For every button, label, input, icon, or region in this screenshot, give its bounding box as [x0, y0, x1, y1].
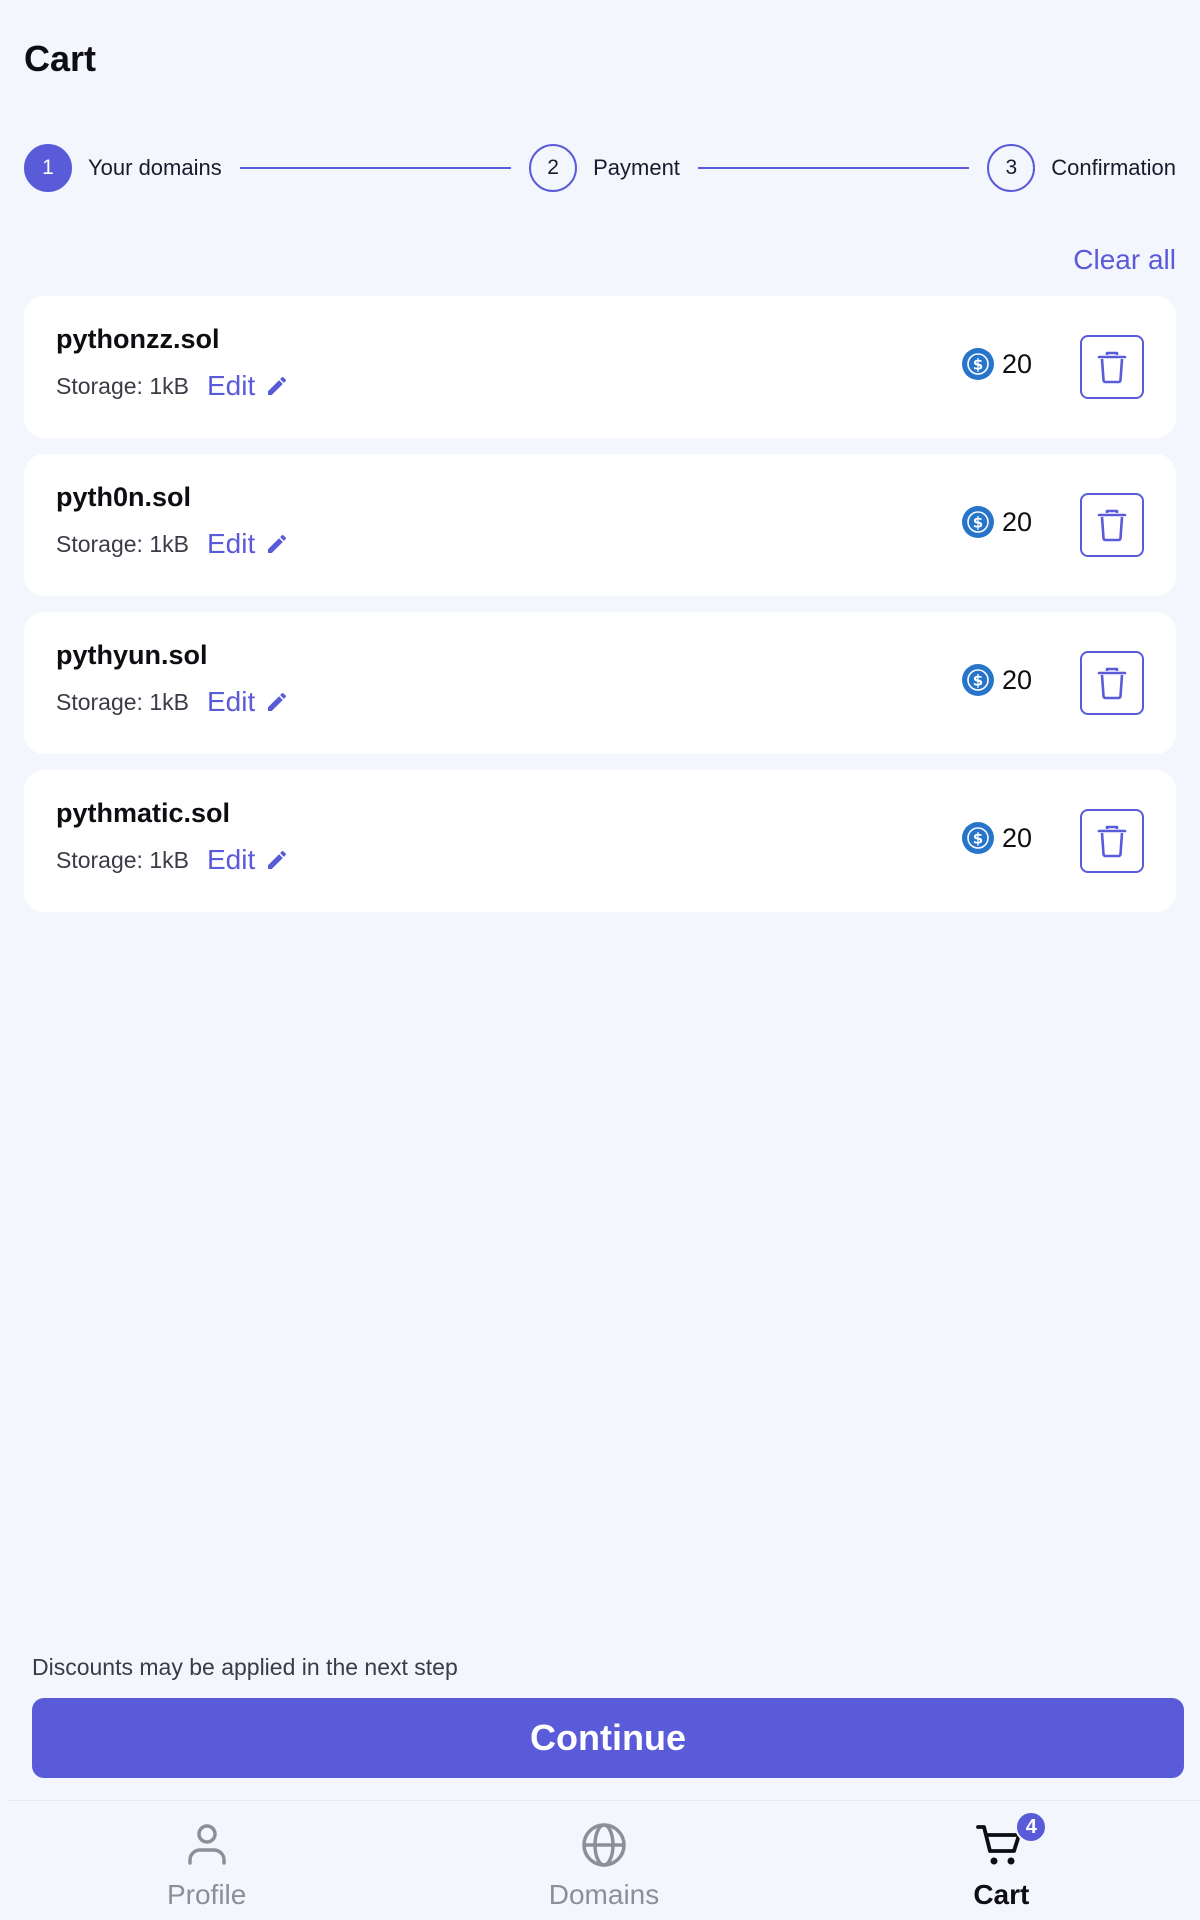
- domain-name: pythyun.sol: [56, 640, 208, 670]
- storage-size: Storage: 1kB: [56, 688, 189, 715]
- step-label: Your domains: [88, 155, 222, 180]
- step-connector: [239, 167, 512, 169]
- domain-name: pythonzz.sol: [56, 324, 220, 354]
- pencil-icon: [268, 692, 287, 711]
- edit-storage-button[interactable]: Edit: [207, 844, 289, 876]
- checkout-stepper: 1 Your domains 2 Payment 3 Confirmation: [24, 144, 1176, 192]
- cart-count-badge: 4: [1015, 1811, 1048, 1843]
- nav-label: Profile: [166, 1879, 247, 1910]
- usdc-icon: $: [961, 348, 994, 380]
- continue-button[interactable]: Continue: [32, 1698, 1184, 1778]
- trash-icon: [1097, 825, 1127, 858]
- delete-item-button[interactable]: [1080, 809, 1144, 873]
- usdc-icon: $: [961, 506, 994, 538]
- step-number: 3: [987, 144, 1036, 192]
- domain-name: pyth0n.sol: [56, 482, 192, 512]
- person-icon: [187, 1824, 226, 1865]
- edit-storage-button[interactable]: Edit: [207, 686, 289, 718]
- nav-item-domains[interactable]: Domains: [405, 1801, 802, 1920]
- usdc-icon: $: [961, 822, 994, 854]
- clear-all-button[interactable]: Clear all: [1073, 244, 1176, 276]
- cart-item: pythonzz.sol Storage: 1kB Edit $ 20: [24, 296, 1176, 438]
- cart-item: pythyun.sol Storage: 1kB Edit $ 20: [24, 612, 1176, 754]
- delete-item-button[interactable]: [1080, 335, 1144, 399]
- price: $ 20: [961, 822, 1032, 854]
- trash-icon: [1097, 509, 1127, 542]
- edit-storage-button[interactable]: Edit: [207, 528, 289, 560]
- item-meta: Storage: 1kB Edit: [56, 686, 289, 718]
- svg-text:$: $: [973, 356, 983, 374]
- edit-label: Edit: [206, 686, 256, 717]
- pencil-icon: [268, 534, 287, 553]
- price-value: 20: [1001, 348, 1032, 379]
- storage-size: Storage: 1kB: [56, 846, 189, 873]
- svg-text:$: $: [973, 672, 983, 690]
- step-connector: [697, 167, 970, 169]
- edit-label: Edit: [206, 370, 256, 401]
- delete-item-button[interactable]: [1080, 493, 1144, 557]
- step-label: Confirmation: [1051, 155, 1177, 180]
- storage-size: Storage: 1kB: [56, 372, 189, 399]
- nav-label: Domains: [548, 1879, 660, 1910]
- step-number: 2: [529, 144, 578, 192]
- edit-storage-button[interactable]: Edit: [207, 370, 289, 402]
- edit-label: Edit: [206, 528, 256, 559]
- bottom-navigation: Profile Domains 4 Cart: [8, 1800, 1200, 1920]
- domain-name: pythmatic.sol: [56, 798, 231, 828]
- page-title: Cart: [24, 38, 97, 79]
- item-meta: Storage: 1kB Edit: [56, 528, 289, 560]
- step-payment[interactable]: 2 Payment: [529, 144, 680, 192]
- nav-item-cart[interactable]: 4 Cart: [803, 1801, 1200, 1920]
- discount-note: Discounts may be applied in the next ste…: [32, 1654, 458, 1680]
- cart-item-list: pythonzz.sol Storage: 1kB Edit $ 20 pyth…: [24, 296, 1176, 928]
- trash-icon: [1097, 667, 1127, 700]
- storage-size: Storage: 1kB: [56, 530, 189, 557]
- price: $ 20: [961, 664, 1032, 696]
- trash-icon: [1097, 351, 1127, 384]
- delete-item-button[interactable]: [1080, 651, 1144, 715]
- step-label: Payment: [593, 155, 680, 180]
- price-value: 20: [1001, 664, 1032, 695]
- pencil-icon: [268, 850, 287, 869]
- item-meta: Storage: 1kB Edit: [56, 844, 289, 876]
- cart-item: pythmatic.sol Storage: 1kB Edit $ 20: [24, 770, 1176, 912]
- svg-text:$: $: [973, 830, 983, 848]
- price: $ 20: [961, 506, 1032, 538]
- svg-text:$: $: [973, 514, 983, 532]
- cart-item: pyth0n.sol Storage: 1kB Edit $ 20: [24, 454, 1176, 596]
- price-value: 20: [1001, 506, 1032, 537]
- price: $ 20: [961, 348, 1032, 380]
- usdc-icon: $: [961, 664, 994, 696]
- step-number: 1: [24, 144, 72, 192]
- pencil-icon: [268, 376, 287, 395]
- edit-label: Edit: [206, 844, 256, 875]
- nav-item-profile[interactable]: Profile: [8, 1801, 405, 1920]
- nav-label: Cart: [973, 1879, 1030, 1910]
- globe-icon: [582, 1823, 626, 1867]
- price-value: 20: [1001, 822, 1032, 853]
- step-your-domains[interactable]: 1 Your domains: [24, 144, 222, 192]
- item-meta: Storage: 1kB Edit: [56, 370, 289, 402]
- step-confirmation[interactable]: 3 Confirmation: [987, 144, 1176, 192]
